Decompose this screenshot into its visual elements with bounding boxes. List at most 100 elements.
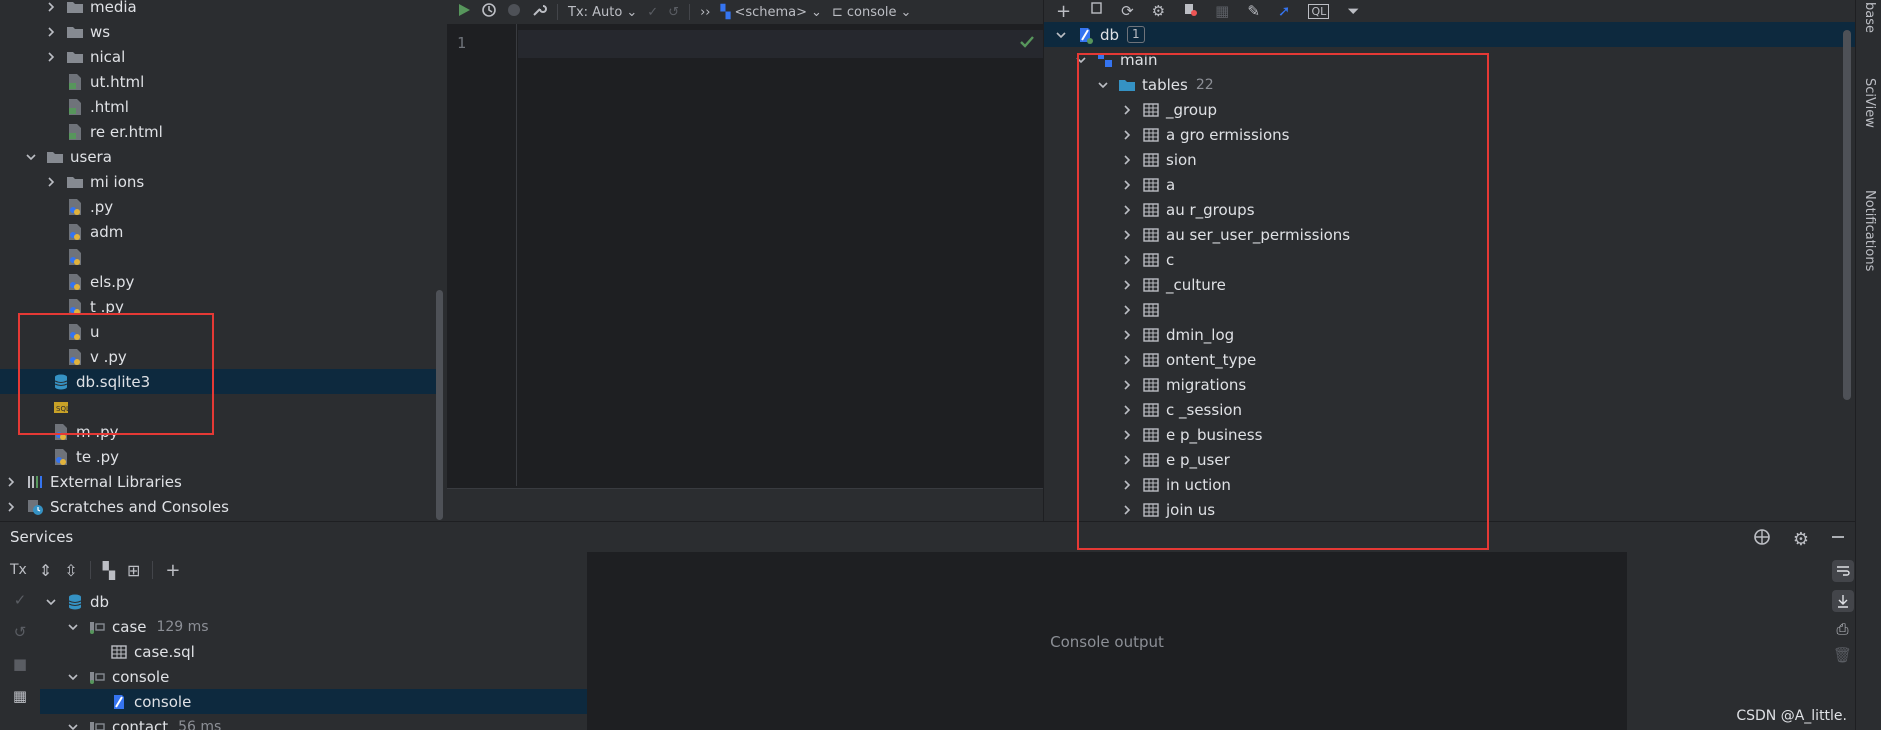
db-table-row[interactable]: a: [1044, 172, 1856, 197]
filter-icon[interactable]: ⏷: [1347, 2, 1359, 20]
db-table-row[interactable]: au r_groups: [1044, 197, 1856, 222]
tables-folder-row[interactable]: tables 22: [1044, 72, 1856, 97]
editor-horizontal-scroll[interactable]: [447, 488, 1043, 521]
crosshair-icon[interactable]: [1753, 528, 1771, 550]
schema-row[interactable]: main: [1044, 47, 1856, 72]
edit-icon[interactable]: ✎: [1247, 2, 1260, 20]
db-table-row[interactable]: ontent_type: [1044, 347, 1856, 372]
db-table-row[interactable]: e p_user: [1044, 447, 1856, 472]
project-tree-item[interactable]: t .py: [0, 294, 436, 319]
chevron-right-icon[interactable]: [1120, 428, 1134, 442]
chevron-down-icon[interactable]: [66, 670, 80, 684]
project-tree-item[interactable]: u: [0, 319, 436, 344]
chevron-down-icon[interactable]: [44, 595, 58, 609]
services-tree-item[interactable]: case.sql: [40, 639, 587, 664]
db-table-row[interactable]: c: [1044, 247, 1856, 272]
db-table-row[interactable]: c _session: [1044, 397, 1856, 422]
project-tree-item[interactable]: ws: [0, 19, 436, 44]
db-table-row[interactable]: [1044, 297, 1856, 322]
chevron-right-icon[interactable]: [1120, 128, 1134, 142]
db-table-row[interactable]: a gro ermissions: [1044, 122, 1856, 147]
chevron-down-icon[interactable]: [1096, 78, 1110, 92]
db-table-row[interactable]: in uction: [1044, 472, 1856, 497]
group-icon[interactable]: ▚: [103, 561, 115, 580]
project-tree-item[interactable]: re er.html: [0, 119, 436, 144]
current-line[interactable]: [518, 30, 1043, 58]
chevron-right-icon[interactable]: [44, 25, 58, 39]
services-tree-item[interactable]: case 129 ms: [40, 614, 587, 639]
project-tree-item[interactable]: usera: [0, 144, 436, 169]
services-tree-item[interactable]: console: [40, 689, 587, 714]
chevron-right-icon[interactable]: [1120, 353, 1134, 367]
project-tree-item[interactable]: SQL: [0, 394, 436, 419]
commit-icon[interactable]: ✓: [647, 5, 658, 20]
rollback-icon[interactable]: ↺: [14, 623, 27, 641]
refresh-icon[interactable]: ⟳: [1121, 2, 1134, 20]
db-root-row[interactable]: db 1: [1044, 22, 1856, 47]
chevron-right-icon[interactable]: [1120, 478, 1134, 492]
chevron-right-icon[interactable]: [44, 50, 58, 64]
db-table-row[interactable]: _group: [1044, 97, 1856, 122]
table-icon[interactable]: ▦: [1215, 2, 1229, 20]
project-tree-scrollbar[interactable]: [436, 290, 443, 520]
chevron-right-icon[interactable]: [1120, 503, 1134, 517]
chevron-right-icon[interactable]: [1120, 403, 1134, 417]
stop-icon[interactable]: [507, 3, 521, 21]
chevron-down-icon[interactable]: [1074, 53, 1088, 67]
history-icon[interactable]: [481, 2, 497, 22]
wrench-icon[interactable]: [531, 2, 547, 22]
expand-all-icon[interactable]: ⇕: [39, 561, 52, 580]
project-tree-item[interactable]: adm: [0, 219, 436, 244]
schema-dropdown[interactable]: ▚ <schema> ⌄: [720, 5, 821, 20]
chevron-right-icon[interactable]: [1120, 178, 1134, 192]
gear-icon[interactable]: ⚙: [1793, 529, 1809, 550]
chevron-right-icon[interactable]: [1120, 103, 1134, 117]
tx-mode-dropdown[interactable]: Tx: Auto ⌄: [568, 5, 637, 20]
project-tree-item[interactable]: .py: [0, 194, 436, 219]
chevron-right-icon[interactable]: [4, 475, 18, 489]
project-tree-item[interactable]: m .py: [0, 419, 436, 444]
stop-icon[interactable]: ■: [13, 655, 27, 673]
project-tree-item[interactable]: External Libraries: [0, 469, 436, 494]
run-icon[interactable]: [457, 3, 471, 21]
chevron-down-icon[interactable]: [66, 720, 80, 730]
project-tree-item[interactable]: ut.html: [0, 69, 436, 94]
sciview-tool-tab[interactable]: SciView: [1862, 78, 1877, 128]
services-tree-item[interactable]: contact 56 ms: [40, 714, 587, 730]
console-pane[interactable]: Console output: [587, 552, 1627, 730]
project-tree-item[interactable]: db.sqlite3: [0, 369, 436, 394]
project-tree-item[interactable]: .html: [0, 94, 436, 119]
session-dropdown[interactable]: ⊏ console ⌄: [832, 5, 912, 20]
minimize-icon[interactable]: [1831, 530, 1845, 548]
chevron-right-icon[interactable]: [1120, 303, 1134, 317]
project-tree-item[interactable]: Scratches and Consoles: [0, 494, 436, 519]
chevron-right-icon[interactable]: [1120, 453, 1134, 467]
rollback-icon[interactable]: ↺: [668, 5, 679, 20]
jump-icon[interactable]: ➚: [1278, 2, 1291, 20]
more-actions-icon[interactable]: ››: [700, 5, 710, 20]
chevron-right-icon[interactable]: [1120, 153, 1134, 167]
soft-wrap-icon[interactable]: [1831, 560, 1854, 582]
ql-icon[interactable]: QL: [1308, 3, 1330, 19]
db-table-row[interactable]: join us: [1044, 497, 1856, 522]
commit-icon[interactable]: ✓: [14, 591, 27, 609]
trash-icon[interactable]: 🗑: [1833, 646, 1852, 664]
db-table-row[interactable]: migrations: [1044, 372, 1856, 397]
db-table-row[interactable]: au ser_user_permissions: [1044, 222, 1856, 247]
chevron-down-icon[interactable]: [24, 150, 38, 164]
code-area[interactable]: [518, 24, 1043, 486]
chevron-right-icon[interactable]: [1120, 203, 1134, 217]
project-tree-item[interactable]: te .py: [0, 444, 436, 469]
db-table-row[interactable]: sion: [1044, 147, 1856, 172]
copy-icon[interactable]: [1089, 2, 1103, 20]
chevron-right-icon[interactable]: [44, 175, 58, 189]
notifications-tool-tab[interactable]: Notifications: [1862, 190, 1877, 271]
project-tree-item[interactable]: media: [0, 0, 436, 19]
chevron-right-icon[interactable]: [44, 0, 58, 14]
add-service-icon[interactable]: +: [165, 560, 180, 581]
db-stop-icon[interactable]: [1183, 2, 1198, 20]
chevron-right-icon[interactable]: [1120, 228, 1134, 242]
database-tool-tab[interactable]: base: [1862, 2, 1877, 33]
chevron-right-icon[interactable]: [1120, 378, 1134, 392]
schema-sync-icon[interactable]: ⚙: [1152, 2, 1165, 20]
